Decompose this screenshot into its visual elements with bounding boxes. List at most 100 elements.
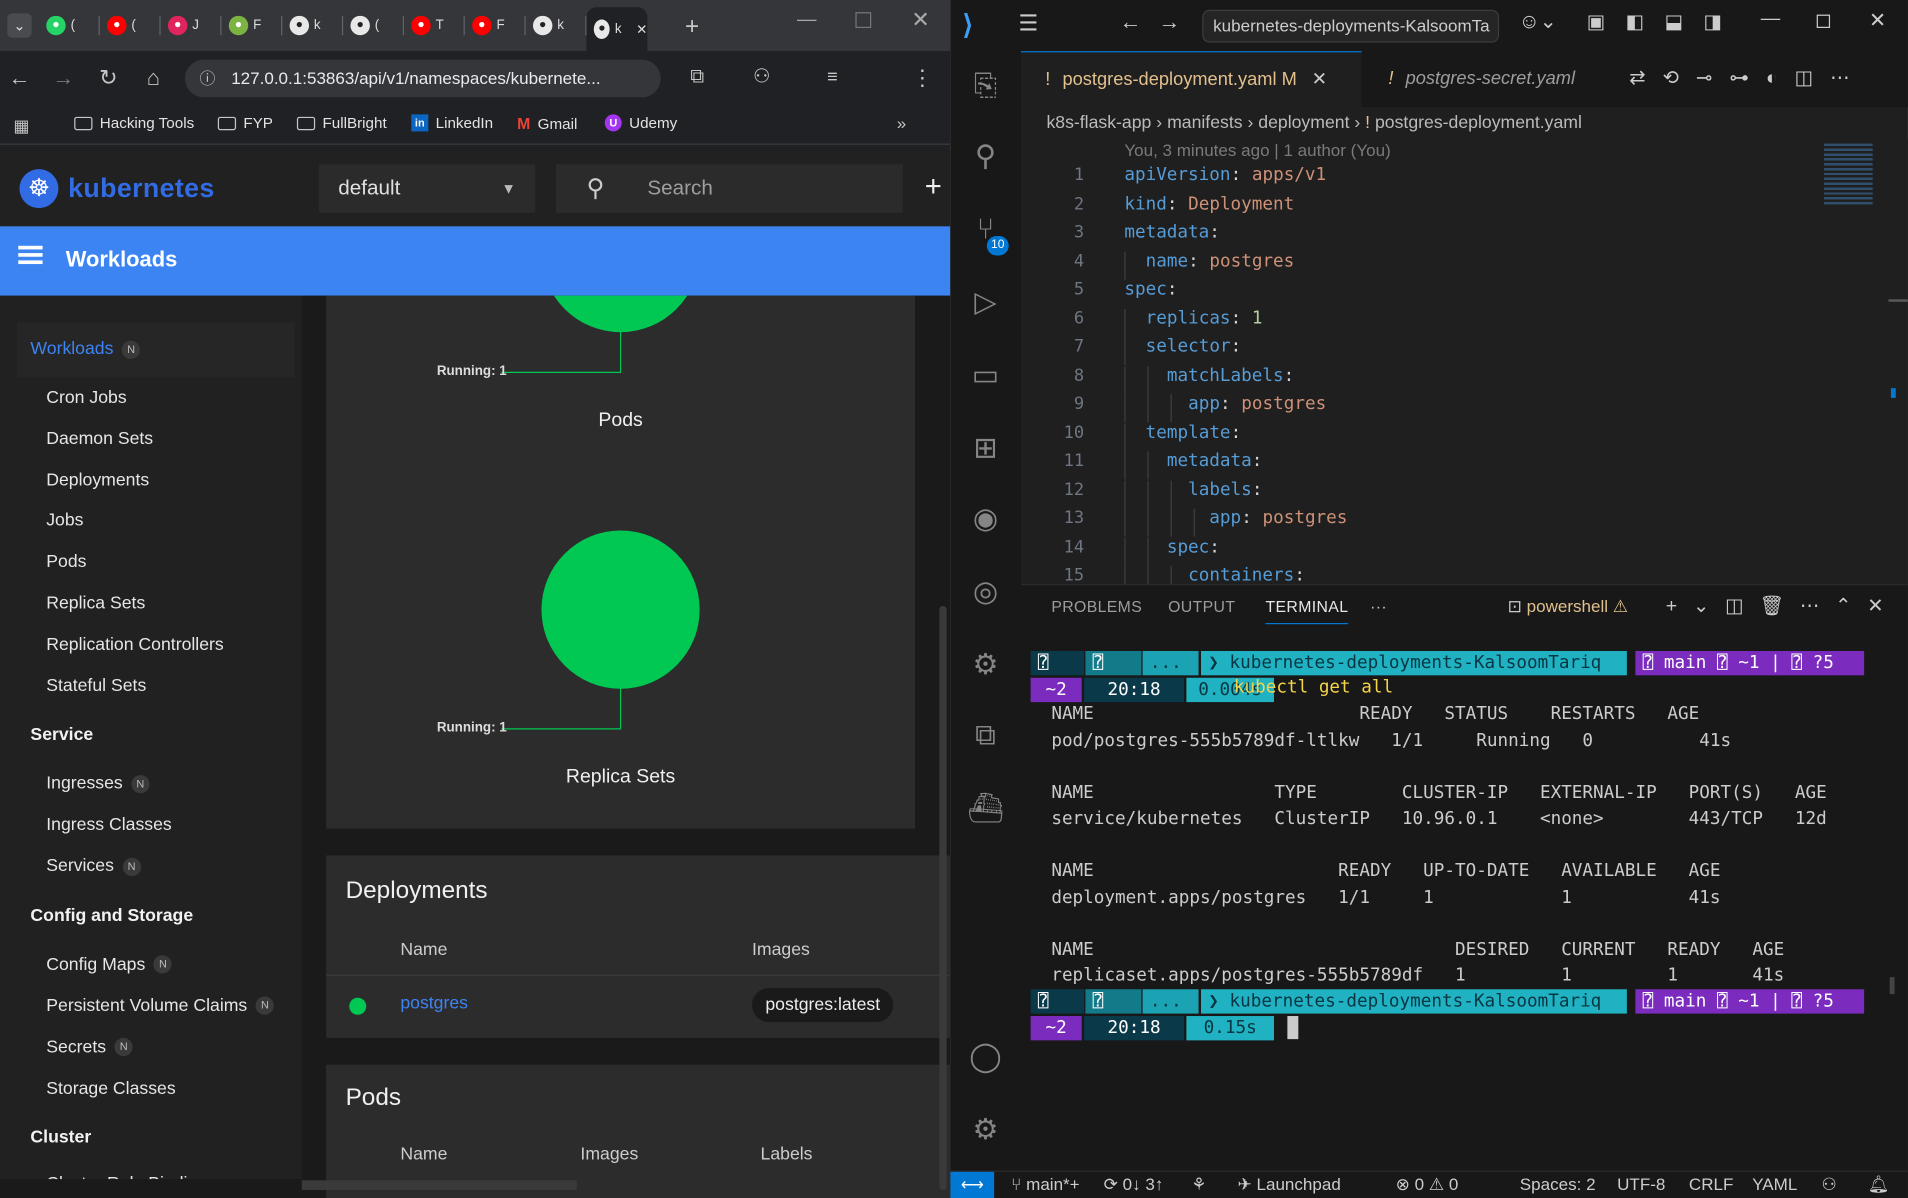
- kubernetes-logo-icon[interactable]: ☸: [19, 169, 59, 209]
- close-window-button[interactable]: ✕: [1869, 9, 1886, 33]
- sidebar-item-pods[interactable]: Pods: [46, 553, 86, 572]
- browser-tab[interactable]: ●(: [100, 11, 161, 40]
- sidebar-item-services[interactable]: Services N: [46, 857, 141, 876]
- close-tab-icon[interactable]: ✕: [636, 21, 647, 38]
- media-controls-icon[interactable]: ≡: [818, 63, 847, 92]
- bookmark-linkedin[interactable]: in LinkedIn: [411, 114, 493, 132]
- breadcrumb-item[interactable]: manifests: [1167, 113, 1243, 132]
- browser-tab[interactable]: ● F: [465, 11, 526, 40]
- site-info-icon[interactable]: ⓘ: [200, 60, 216, 98]
- back-nav-icon[interactable]: ←: [1119, 10, 1141, 36]
- notifications-bell-icon[interactable]: 🔔︎: [1868, 1174, 1890, 1195]
- menu-icon[interactable]: ☰: [1018, 11, 1038, 37]
- tab-terminal[interactable]: TERMINAL: [1265, 597, 1349, 625]
- language-indicator[interactable]: YAML: [1752, 1174, 1797, 1193]
- browser-tab[interactable]: ●(: [39, 11, 100, 40]
- sidebar-item-replication-controllers[interactable]: Replication Controllers: [46, 635, 224, 654]
- toggle-sidebar-icon[interactable]: ◧: [1626, 10, 1644, 34]
- sidebar-item-stateful-sets[interactable]: Stateful Sets: [46, 676, 146, 695]
- indentation-indicator[interactable]: Spaces: 2: [1520, 1174, 1596, 1193]
- browser-menu-icon[interactable]: ⋮: [908, 63, 937, 92]
- explorer-icon[interactable]: ⎘: [965, 66, 1006, 107]
- new-tab-button[interactable]: +: [685, 13, 699, 41]
- sidebar-item-ingress-classes[interactable]: Ingress Classes: [46, 815, 172, 834]
- panel-more-icon[interactable]: ···: [1370, 597, 1387, 615]
- extensions-icon[interactable]: ⊞: [965, 428, 1006, 469]
- sidebar-item-ingresses[interactable]: Ingresses N: [46, 774, 150, 794]
- maximize-button[interactable]: [1816, 14, 1831, 28]
- sidebar-item-jobs[interactable]: Jobs: [46, 512, 83, 531]
- namespace-select[interactable]: default ▼: [318, 164, 536, 213]
- close-tab-icon[interactable]: ✕: [1312, 69, 1327, 90]
- sidebar-item-replica-sets[interactable]: Replica Sets: [46, 594, 145, 613]
- eol-indicator[interactable]: CRLF: [1689, 1174, 1733, 1193]
- encoding-indicator[interactable]: UTF-8: [1617, 1174, 1665, 1193]
- bookmark-udemy[interactable]: U Udemy: [604, 114, 677, 132]
- tab-search-button[interactable]: ⌄: [7, 13, 32, 38]
- browser-tab[interactable]: ● k: [526, 11, 587, 40]
- apps-grid-icon[interactable]: ▦: [13, 116, 29, 137]
- copilot-icon[interactable]: ☺⌄: [1519, 10, 1557, 34]
- problems-indicator[interactable]: ⊗ 0 ⚠ 0: [1396, 1174, 1459, 1195]
- address-bar[interactable]: ⓘ 127.0.0.1:53863/api/v1/namespaces/kube…: [184, 59, 661, 98]
- content-scrollbar[interactable]: [939, 605, 947, 1191]
- maximize-button[interactable]: [855, 12, 872, 28]
- git-graph-status-icon[interactable]: ⚘: [1191, 1174, 1206, 1195]
- bookmark-hacking-tools[interactable]: Hacking Tools: [74, 114, 194, 131]
- search-icon[interactable]: ⚲: [965, 136, 1006, 177]
- breadcrumb-item[interactable]: postgres-deployment.yaml: [1375, 113, 1582, 132]
- extensions-icon[interactable]: ⧉: [683, 63, 712, 92]
- docker-icon[interactable]: ⛴: [965, 788, 1006, 829]
- minimize-button[interactable]: —: [1761, 9, 1780, 31]
- close-window-button[interactable]: ✕: [911, 7, 929, 33]
- branch-indicator[interactable]: ⑂ main*+: [1011, 1174, 1079, 1193]
- settings-gear-icon[interactable]: ⚙: [965, 1110, 1006, 1151]
- sidebar-item-daemon-sets[interactable]: Daemon Sets: [46, 429, 153, 448]
- browser-tab[interactable]: ●(: [343, 11, 404, 40]
- sidebar-item-deployments[interactable]: Deployments: [46, 470, 149, 489]
- browser-tab[interactable]: ● J: [161, 11, 222, 40]
- command-center[interactable]: kubernetes-deployments-KalsoomTa: [1202, 9, 1500, 43]
- create-resource-button[interactable]: +: [925, 170, 942, 204]
- brand-title[interactable]: kubernetes: [68, 173, 214, 205]
- col-name-header[interactable]: Name: [400, 941, 447, 960]
- browser-tab[interactable]: ● k: [282, 11, 344, 40]
- sidebar-item-persistent-volume-claims[interactable]: Persistent Volume Claims N: [46, 996, 275, 1016]
- launchpad-button[interactable]: ✈ Launchpad: [1237, 1174, 1340, 1195]
- forward-button[interactable]: →: [49, 63, 78, 92]
- sidebar-item-workloads[interactable]: Workloads N: [30, 339, 141, 359]
- back-button[interactable]: ←: [5, 63, 34, 92]
- remote-explorer-icon[interactable]: ▭: [965, 355, 1006, 396]
- forward-nav-icon[interactable]: →: [1158, 10, 1180, 36]
- toggle-panel-icon[interactable]: ⬓: [1665, 10, 1683, 34]
- browser-tab[interactable]: ● F: [221, 11, 283, 40]
- git-blame-lens[interactable]: You, 3 minutes ago | 1 author (You): [1124, 140, 1390, 159]
- containers-icon[interactable]: ⧉: [965, 715, 1006, 756]
- sidebar-header-service[interactable]: Service: [30, 726, 93, 745]
- terminal-scrollbar[interactable]: [1889, 977, 1895, 995]
- minimize-button[interactable]: —: [797, 10, 816, 32]
- incognito-icon[interactable]: ⚇: [747, 63, 776, 92]
- more-bookmarks-icon[interactable]: »: [897, 113, 906, 132]
- table-row[interactable]: postgres postgres:latest: [326, 976, 950, 1037]
- code-editor[interactable]: You, 3 minutes ago | 1 author (You) 1 api…: [1020, 138, 1908, 585]
- home-button[interactable]: ⌂: [139, 63, 168, 92]
- tab-output[interactable]: OUTPUT: [1168, 597, 1235, 615]
- layout-customize-icon[interactable]: ▣: [1587, 10, 1605, 34]
- sidebar-item-storage-classes[interactable]: Storage Classes: [46, 1079, 175, 1098]
- hamburger-menu-icon[interactable]: [18, 245, 43, 250]
- feedback-icon[interactable]: ⚇: [1822, 1174, 1837, 1195]
- tab-postgres-secret[interactable]: ! postgres-secret.yaml: [1364, 51, 1607, 107]
- browser-tab[interactable]: ● T: [404, 11, 465, 40]
- editor-actions[interactable]: ⇄⟲⊸⊶◐◫⋯: [1629, 66, 1866, 90]
- image-chip[interactable]: postgres:latest: [751, 988, 894, 1023]
- test-explorer-icon[interactable]: ⚙: [965, 645, 1006, 686]
- panel-actions[interactable]: +⌄◫🗑⋯⌃✕: [1666, 594, 1900, 618]
- minimap[interactable]: [1818, 139, 1891, 212]
- col-labels-header[interactable]: Labels: [761, 1145, 813, 1164]
- sidebar-item-config-maps[interactable]: Config Maps N: [46, 955, 173, 974]
- remote-indicator-icon[interactable]: ⟷: [950, 1171, 995, 1198]
- col-images-header[interactable]: Images: [752, 941, 810, 960]
- run-debug-icon[interactable]: ▷: [965, 282, 1006, 323]
- search-input[interactable]: ⚲ Search: [556, 164, 903, 213]
